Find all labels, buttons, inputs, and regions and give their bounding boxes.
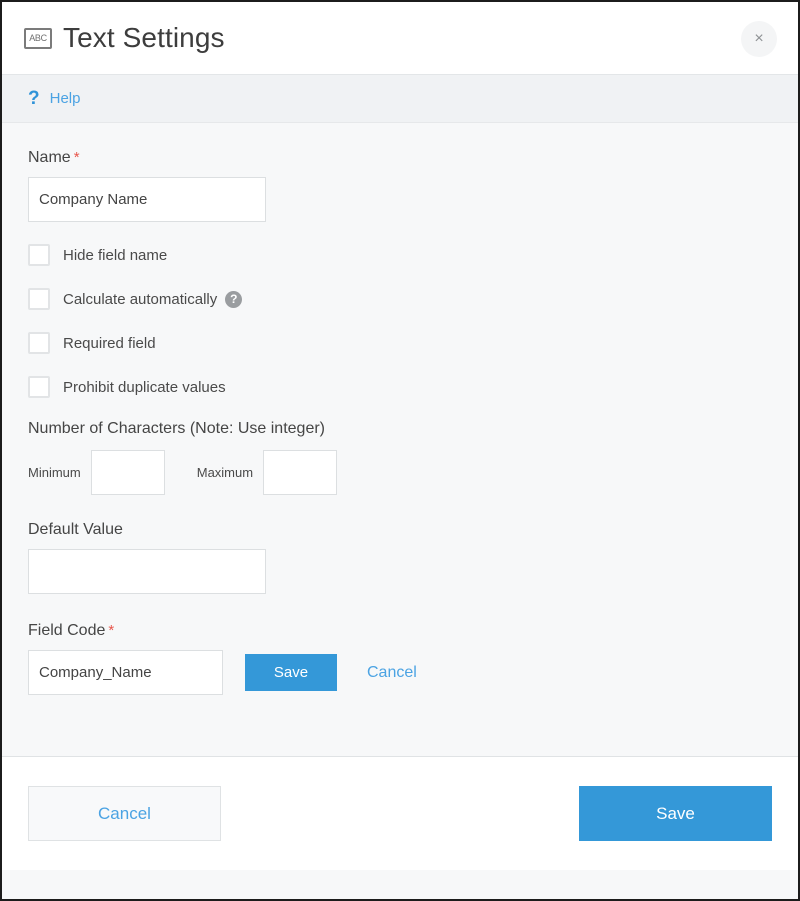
field-code-input[interactable] xyxy=(28,650,223,695)
name-label-text: Name xyxy=(28,149,71,166)
default-value-group: Default Value xyxy=(28,521,772,594)
maximum-label: Maximum xyxy=(197,465,253,480)
field-code-row: Save Cancel xyxy=(28,650,772,695)
checkbox-label-required-field: Required field xyxy=(63,335,156,352)
checkbox-label-prohibit-duplicate-values: Prohibit duplicate values xyxy=(63,379,226,396)
info-help-icon[interactable]: ? xyxy=(225,291,242,308)
dialog-header: ABC Text Settings × xyxy=(2,2,798,75)
checkbox-row-prohibit-duplicate-values[interactable]: Prohibit duplicate values xyxy=(28,376,772,398)
save-button[interactable]: Save xyxy=(579,786,772,841)
number-of-characters-label: Number of Characters (Note: Use integer) xyxy=(28,420,772,438)
name-label: Name* xyxy=(28,149,772,167)
name-required-marker: * xyxy=(74,149,80,166)
text-settings-dialog: ABC Text Settings × ? Help Name* Hide fi… xyxy=(0,0,800,901)
dialog-body: Name* Hide field name Calculate automati… xyxy=(2,123,798,757)
checkbox-row-hide-field-name[interactable]: Hide field name xyxy=(28,244,772,266)
default-value-label: Default Value xyxy=(28,521,772,539)
abc-text-field-icon: ABC xyxy=(24,28,52,49)
field-code-required-marker: * xyxy=(108,622,114,639)
close-icon: × xyxy=(754,31,763,47)
number-of-characters-group: Number of Characters (Note: Use integer)… xyxy=(28,420,772,495)
checkbox-prohibit-duplicate-values[interactable] xyxy=(28,376,50,398)
cancel-button[interactable]: Cancel xyxy=(28,786,221,841)
help-bar: ? Help xyxy=(2,75,798,123)
checkbox-row-calculate-automatically[interactable]: Calculate automatically ? xyxy=(28,288,772,310)
checkbox-required-field[interactable] xyxy=(28,332,50,354)
maximum-input[interactable] xyxy=(263,450,337,495)
checkbox-calculate-automatically[interactable] xyxy=(28,288,50,310)
default-value-input[interactable] xyxy=(28,549,266,594)
number-of-characters-row: Minimum Maximum xyxy=(28,450,772,495)
abc-icon-label: ABC xyxy=(29,34,47,43)
field-code-cancel-link[interactable]: Cancel xyxy=(367,664,417,682)
help-question-icon[interactable]: ? xyxy=(28,89,40,108)
checkbox-hide-field-name[interactable] xyxy=(28,244,50,266)
minimum-input[interactable] xyxy=(91,450,165,495)
name-input[interactable] xyxy=(28,177,266,222)
field-code-label-text: Field Code xyxy=(28,622,105,639)
field-code-label: Field Code* xyxy=(28,622,772,640)
checkbox-row-required-field[interactable]: Required field xyxy=(28,332,772,354)
checkbox-label-calculate-automatically: Calculate automatically xyxy=(63,291,217,308)
field-code-save-button[interactable]: Save xyxy=(245,654,337,691)
dialog-footer: Cancel Save xyxy=(2,757,798,870)
name-field-group: Name* xyxy=(28,149,772,222)
field-code-group: Field Code* Save Cancel xyxy=(28,622,772,695)
close-button[interactable]: × xyxy=(741,21,777,57)
checkbox-label-hide-field-name: Hide field name xyxy=(63,247,167,264)
options-checkbox-list: Hide field name Calculate automatically … xyxy=(28,244,772,398)
help-link[interactable]: Help xyxy=(50,90,81,107)
minimum-label: Minimum xyxy=(28,465,81,480)
page-title: Text Settings xyxy=(63,22,225,54)
